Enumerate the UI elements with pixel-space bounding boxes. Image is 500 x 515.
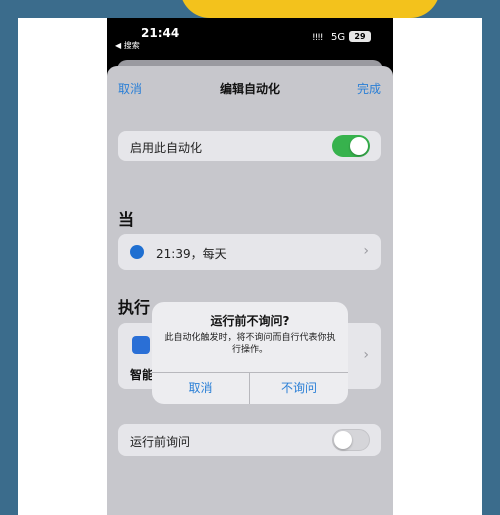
battery-icon: 29	[349, 31, 371, 42]
dialog-message: 此自动化触发时，将不询问而自行代表你执行操作。	[164, 333, 336, 355]
dialog-cancel-button[interactable]: 取消	[152, 372, 249, 404]
phone-screen: 21:44 ◀ 搜索 !!!! 5G 29 编辑自动化 取消 完成 启用此自动化…	[107, 18, 393, 515]
do-section-title: 执行	[118, 298, 151, 317]
done-button[interactable]: 完成	[357, 80, 381, 97]
signal-icon: !!!!	[312, 33, 323, 43]
edit-automation-sheet: 编辑自动化 取消 完成 启用此自动化 当 21:39，每天 › 执行 智能 › …	[107, 66, 393, 515]
enable-automation-toggle[interactable]	[332, 135, 370, 157]
cancel-button[interactable]: 取消	[118, 80, 142, 97]
ask-before-running-row: 运行前询问	[118, 424, 381, 456]
ask-before-running-toggle[interactable]	[332, 429, 370, 451]
dialog-title: 运行前不询问?	[210, 314, 290, 328]
toggle-knob	[350, 137, 368, 155]
shortcut-app-icon	[132, 336, 150, 354]
confirm-dialog: 运行前不询问? 此自动化触发时，将不询问而自行代表你执行操作。 取消 不询问	[152, 302, 348, 404]
enable-automation-row: 启用此自动化	[118, 131, 381, 161]
back-to-search-link[interactable]: ◀ 搜索	[115, 40, 140, 51]
trigger-label: 21:39，每天	[156, 247, 227, 261]
network-type: 5G	[331, 32, 346, 43]
decor-yellow-band	[180, 0, 440, 18]
ask-before-running-label: 运行前询问	[130, 435, 191, 449]
chevron-right-icon: ›	[363, 347, 369, 363]
trigger-row[interactable]: 21:39，每天 ›	[118, 234, 381, 270]
clock-icon	[130, 245, 144, 259]
page-title: 编辑自动化	[219, 82, 280, 96]
when-section-title: 当	[118, 210, 135, 229]
chevron-right-icon: ›	[363, 243, 369, 259]
toggle-knob	[334, 431, 352, 449]
enable-automation-label: 启用此自动化	[130, 141, 203, 155]
dialog-dont-ask-button[interactable]: 不询问	[250, 372, 348, 404]
status-time: 21:44	[141, 26, 180, 40]
action-label: 智能	[130, 368, 155, 382]
